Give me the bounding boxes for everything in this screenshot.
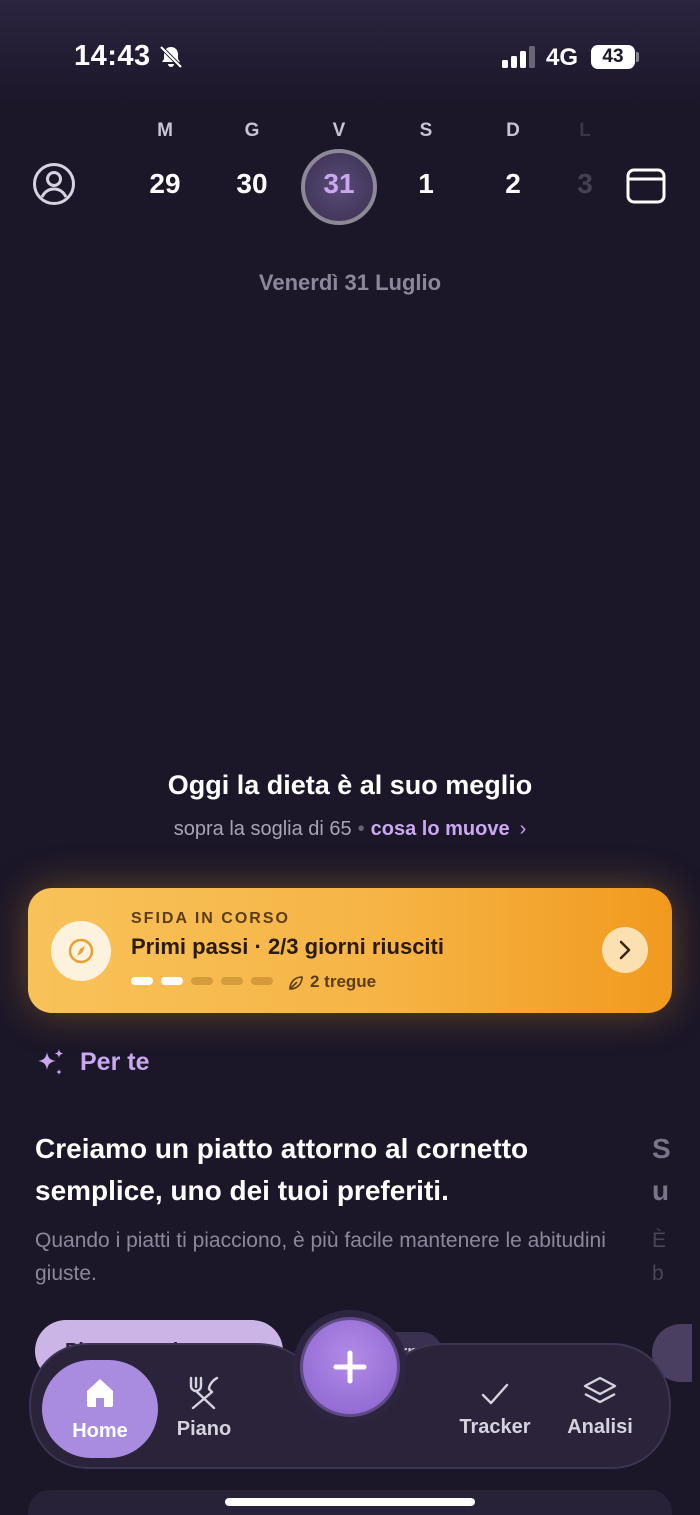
for-you-title: Per te (80, 1048, 150, 1076)
nav-analisi[interactable]: Analisi (560, 1374, 640, 1439)
day-of-week: G (244, 120, 260, 141)
day-of-week: S (419, 120, 433, 141)
recommendation-description: Quando i piatti ti piacciono, è più faci… (35, 1229, 606, 1285)
status-time: 14:43 (74, 40, 151, 72)
day-of-week: V (332, 120, 346, 141)
nav-tracker[interactable]: Tracker (452, 1378, 538, 1439)
fork-knife-icon (189, 1376, 219, 1410)
recommendation-title: Creiamo un piatto attorno al cornetto se… (35, 1133, 529, 1206)
nav-piano[interactable]: Piano (166, 1374, 242, 1441)
network-type: 4G (546, 44, 579, 71)
day-number: 2 (505, 168, 521, 199)
day-29[interactable]: M 29 (135, 118, 195, 202)
add-button[interactable] (300, 1317, 400, 1417)
chevron-right-icon: › (519, 818, 527, 840)
nav-tracker-label: Tracker (459, 1416, 531, 1438)
day-of-week: L (579, 120, 591, 141)
challenge-open-button[interactable] (602, 927, 648, 973)
progress-dot-done (161, 977, 183, 985)
what-drives-it-link[interactable]: cosa lo muove (371, 818, 510, 840)
next-card-description: È b (652, 1229, 667, 1285)
diet-subline: sopra la soglia di 65 • cosa lo muove › (0, 818, 700, 841)
day-number: 29 (149, 168, 181, 199)
progress-dot-pending (251, 977, 273, 985)
day-of-week: D (506, 120, 520, 141)
next-card-title: S u (652, 1133, 671, 1206)
day-3[interactable]: L 3 (570, 118, 600, 202)
bell-muted-icon (159, 45, 183, 69)
day-30[interactable]: G 30 (222, 118, 282, 202)
sparkles-icon (38, 1049, 64, 1075)
plus-icon (333, 1350, 367, 1384)
challenge-card[interactable]: SFIDA IN CORSO Primi passi · 2/3 giorni … (28, 888, 672, 1013)
home-indicator[interactable] (225, 1498, 475, 1506)
profile-icon[interactable] (32, 162, 76, 206)
day-number: 3 (577, 168, 593, 199)
day-number: 1 (418, 168, 434, 199)
compass-icon (51, 921, 111, 981)
nav-home[interactable]: Home (42, 1360, 158, 1458)
battery-indicator: 43 (591, 45, 635, 69)
progress-dot-pending (221, 977, 243, 985)
day-1[interactable]: S 1 (396, 118, 456, 202)
day-of-week: M (157, 120, 173, 141)
checkmark-icon (481, 1383, 509, 1405)
separator-dot: • (357, 818, 365, 840)
nav-home-label: Home (72, 1420, 128, 1442)
challenge-title: Primi passi · 2/3 giorni riusciti (131, 934, 444, 959)
diet-headline: Oggi la dieta è al suo meglio (167, 770, 533, 800)
signal-icon (502, 46, 535, 68)
calendar-icon[interactable] (626, 166, 666, 204)
progress-dot-pending (191, 977, 213, 985)
challenge-eyebrow: SFIDA IN CORSO (131, 910, 290, 927)
home-icon (87, 1379, 113, 1407)
threshold-text: sopra la soglia di 65 (173, 818, 352, 840)
layers-icon (583, 1376, 617, 1404)
nav-analisi-label: Analisi (567, 1416, 633, 1438)
selected-date-label: Venerdì 31 Luglio (258, 270, 442, 295)
truces-count: 2 tregue (310, 972, 377, 991)
status-bar: 14:43 4G 43 (0, 0, 700, 110)
leaf-icon (289, 976, 303, 990)
day-2[interactable]: D 2 (483, 118, 543, 202)
nav-piano-label: Piano (176, 1418, 232, 1440)
progress-dot-done (131, 977, 153, 985)
day-number: 30 (236, 168, 268, 199)
day-number: 31 (323, 168, 355, 199)
battery-tip (636, 52, 639, 62)
day-31-selected[interactable]: V 31 (301, 118, 377, 225)
